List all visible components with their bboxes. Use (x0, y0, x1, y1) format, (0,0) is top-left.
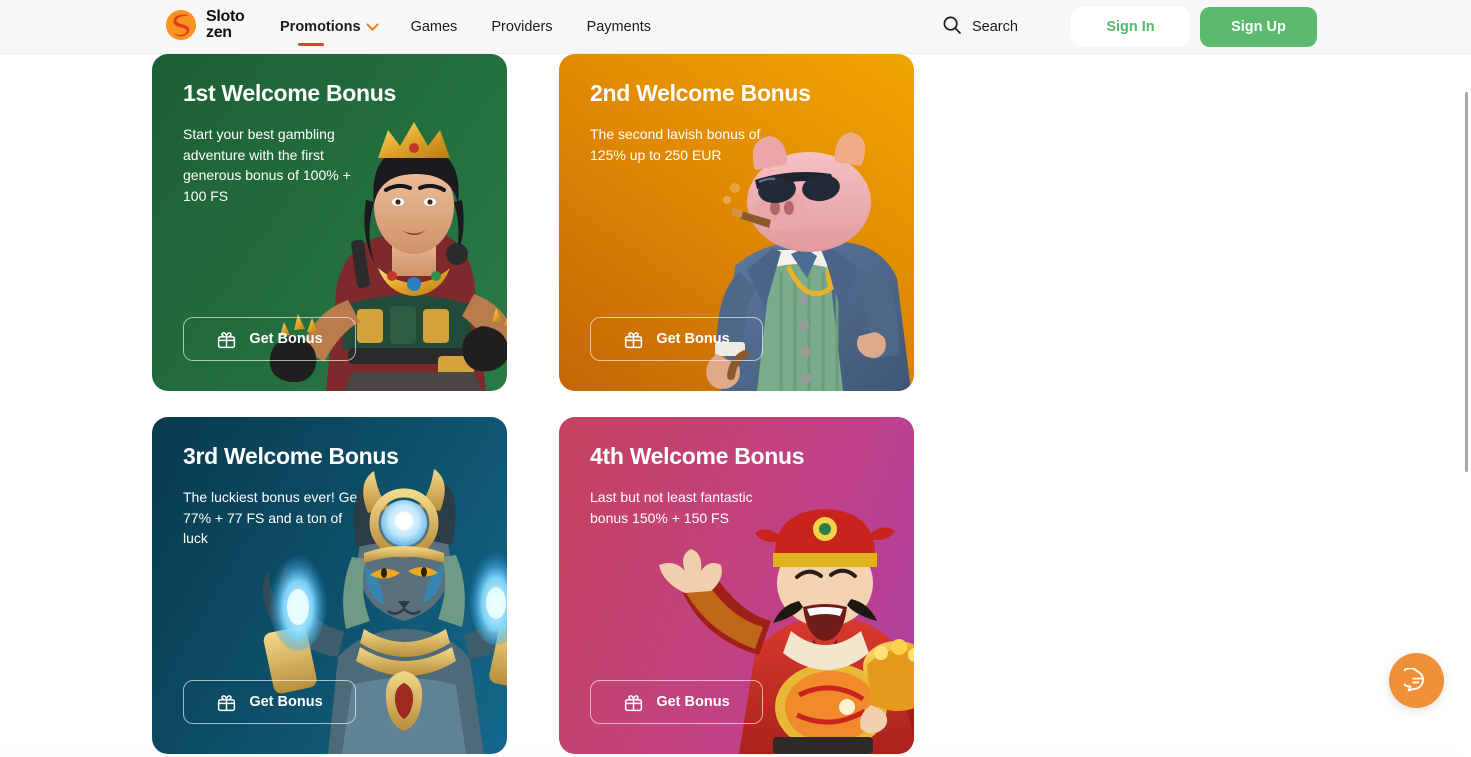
nav-label-games: Games (410, 19, 458, 35)
bonus-card-title: 3rd Welcome Bonus (183, 443, 399, 469)
sign-in-button[interactable]: Sign In (1071, 7, 1190, 47)
sign-up-button[interactable]: Sign Up (1200, 7, 1317, 47)
search-label: Search (972, 19, 1018, 35)
bonus-card-title: 4th Welcome Bonus (590, 443, 805, 469)
bonus-card-2[interactable]: 2nd Welcome Bonus The second lavish bonu… (559, 54, 914, 391)
get-bonus-label: Get Bonus (249, 331, 323, 347)
gift-icon (625, 694, 643, 711)
gift-icon (625, 331, 643, 348)
bonus-card-4[interactable]: 4th Welcome Bonus Last but not least fan… (559, 417, 914, 754)
get-bonus-button-4[interactable]: Get Bonus (590, 680, 763, 724)
get-bonus-label: Get Bonus (656, 331, 730, 347)
nav-item-promotions[interactable]: Promotions (280, 0, 379, 54)
gift-icon (218, 694, 236, 711)
bonus-card-description: The luckiest bonus ever! Get 77% + 77 FS… (183, 489, 362, 546)
auth-buttons: Sign In Sign Up (1071, 7, 1317, 47)
bonus-card-title: 2nd Welcome Bonus (590, 80, 811, 106)
sloto-s-logo-icon (164, 8, 198, 42)
bonus-cards-grid: 1st Welcome Bonus Start your best gambli… (152, 54, 1317, 754)
site-header: Sloto zen Promotions Games Providers Pay… (0, 0, 1471, 54)
bonus-card-description: Start your best gambling adventure with … (183, 126, 351, 204)
nav-item-payments[interactable]: Payments (587, 0, 651, 54)
site-logo[interactable]: Sloto zen (164, 8, 245, 42)
bonus-card-3[interactable]: 3rd Welcome Bonus The luckiest bonus eve… (152, 417, 507, 754)
nav-item-providers[interactable]: Providers (491, 0, 552, 54)
chat-support-button[interactable] (1389, 653, 1444, 708)
get-bonus-button-1[interactable]: Get Bonus (183, 317, 356, 361)
chat-bubble-icon (1403, 667, 1424, 692)
main-navigation: Promotions Games Providers Payments (280, 0, 651, 54)
nav-item-games[interactable]: Games (411, 0, 458, 54)
bonus-card-description: The second lavish bonus of 125% up to 25… (590, 126, 761, 163)
search-icon (942, 15, 962, 40)
gift-icon (218, 331, 236, 348)
chevron-down-icon (365, 17, 379, 31)
logo-line-1: Sloto (206, 8, 245, 25)
active-nav-underline (298, 43, 324, 46)
get-bonus-button-3[interactable]: Get Bonus (183, 680, 356, 724)
get-bonus-label: Get Bonus (656, 694, 730, 710)
nav-label-providers: Providers (491, 19, 553, 35)
bonus-card-description: Last but not least fantastic bonus 150% … (590, 489, 753, 526)
logo-line-2: zen (206, 24, 232, 41)
bonus-card-1[interactable]: 1st Welcome Bonus Start your best gambli… (152, 54, 507, 391)
search-button[interactable]: Search (942, 0, 1018, 54)
get-bonus-label: Get Bonus (249, 694, 323, 710)
nav-label-payments: Payments (586, 19, 652, 35)
page-content: 1st Welcome Bonus Start your best gambli… (0, 54, 1471, 757)
bonus-card-title: 1st Welcome Bonus (183, 80, 397, 106)
vertical-scrollbar-thumb[interactable] (1465, 92, 1468, 472)
get-bonus-button-2[interactable]: Get Bonus (590, 317, 763, 361)
logo-wordmark: Sloto zen (206, 9, 245, 41)
